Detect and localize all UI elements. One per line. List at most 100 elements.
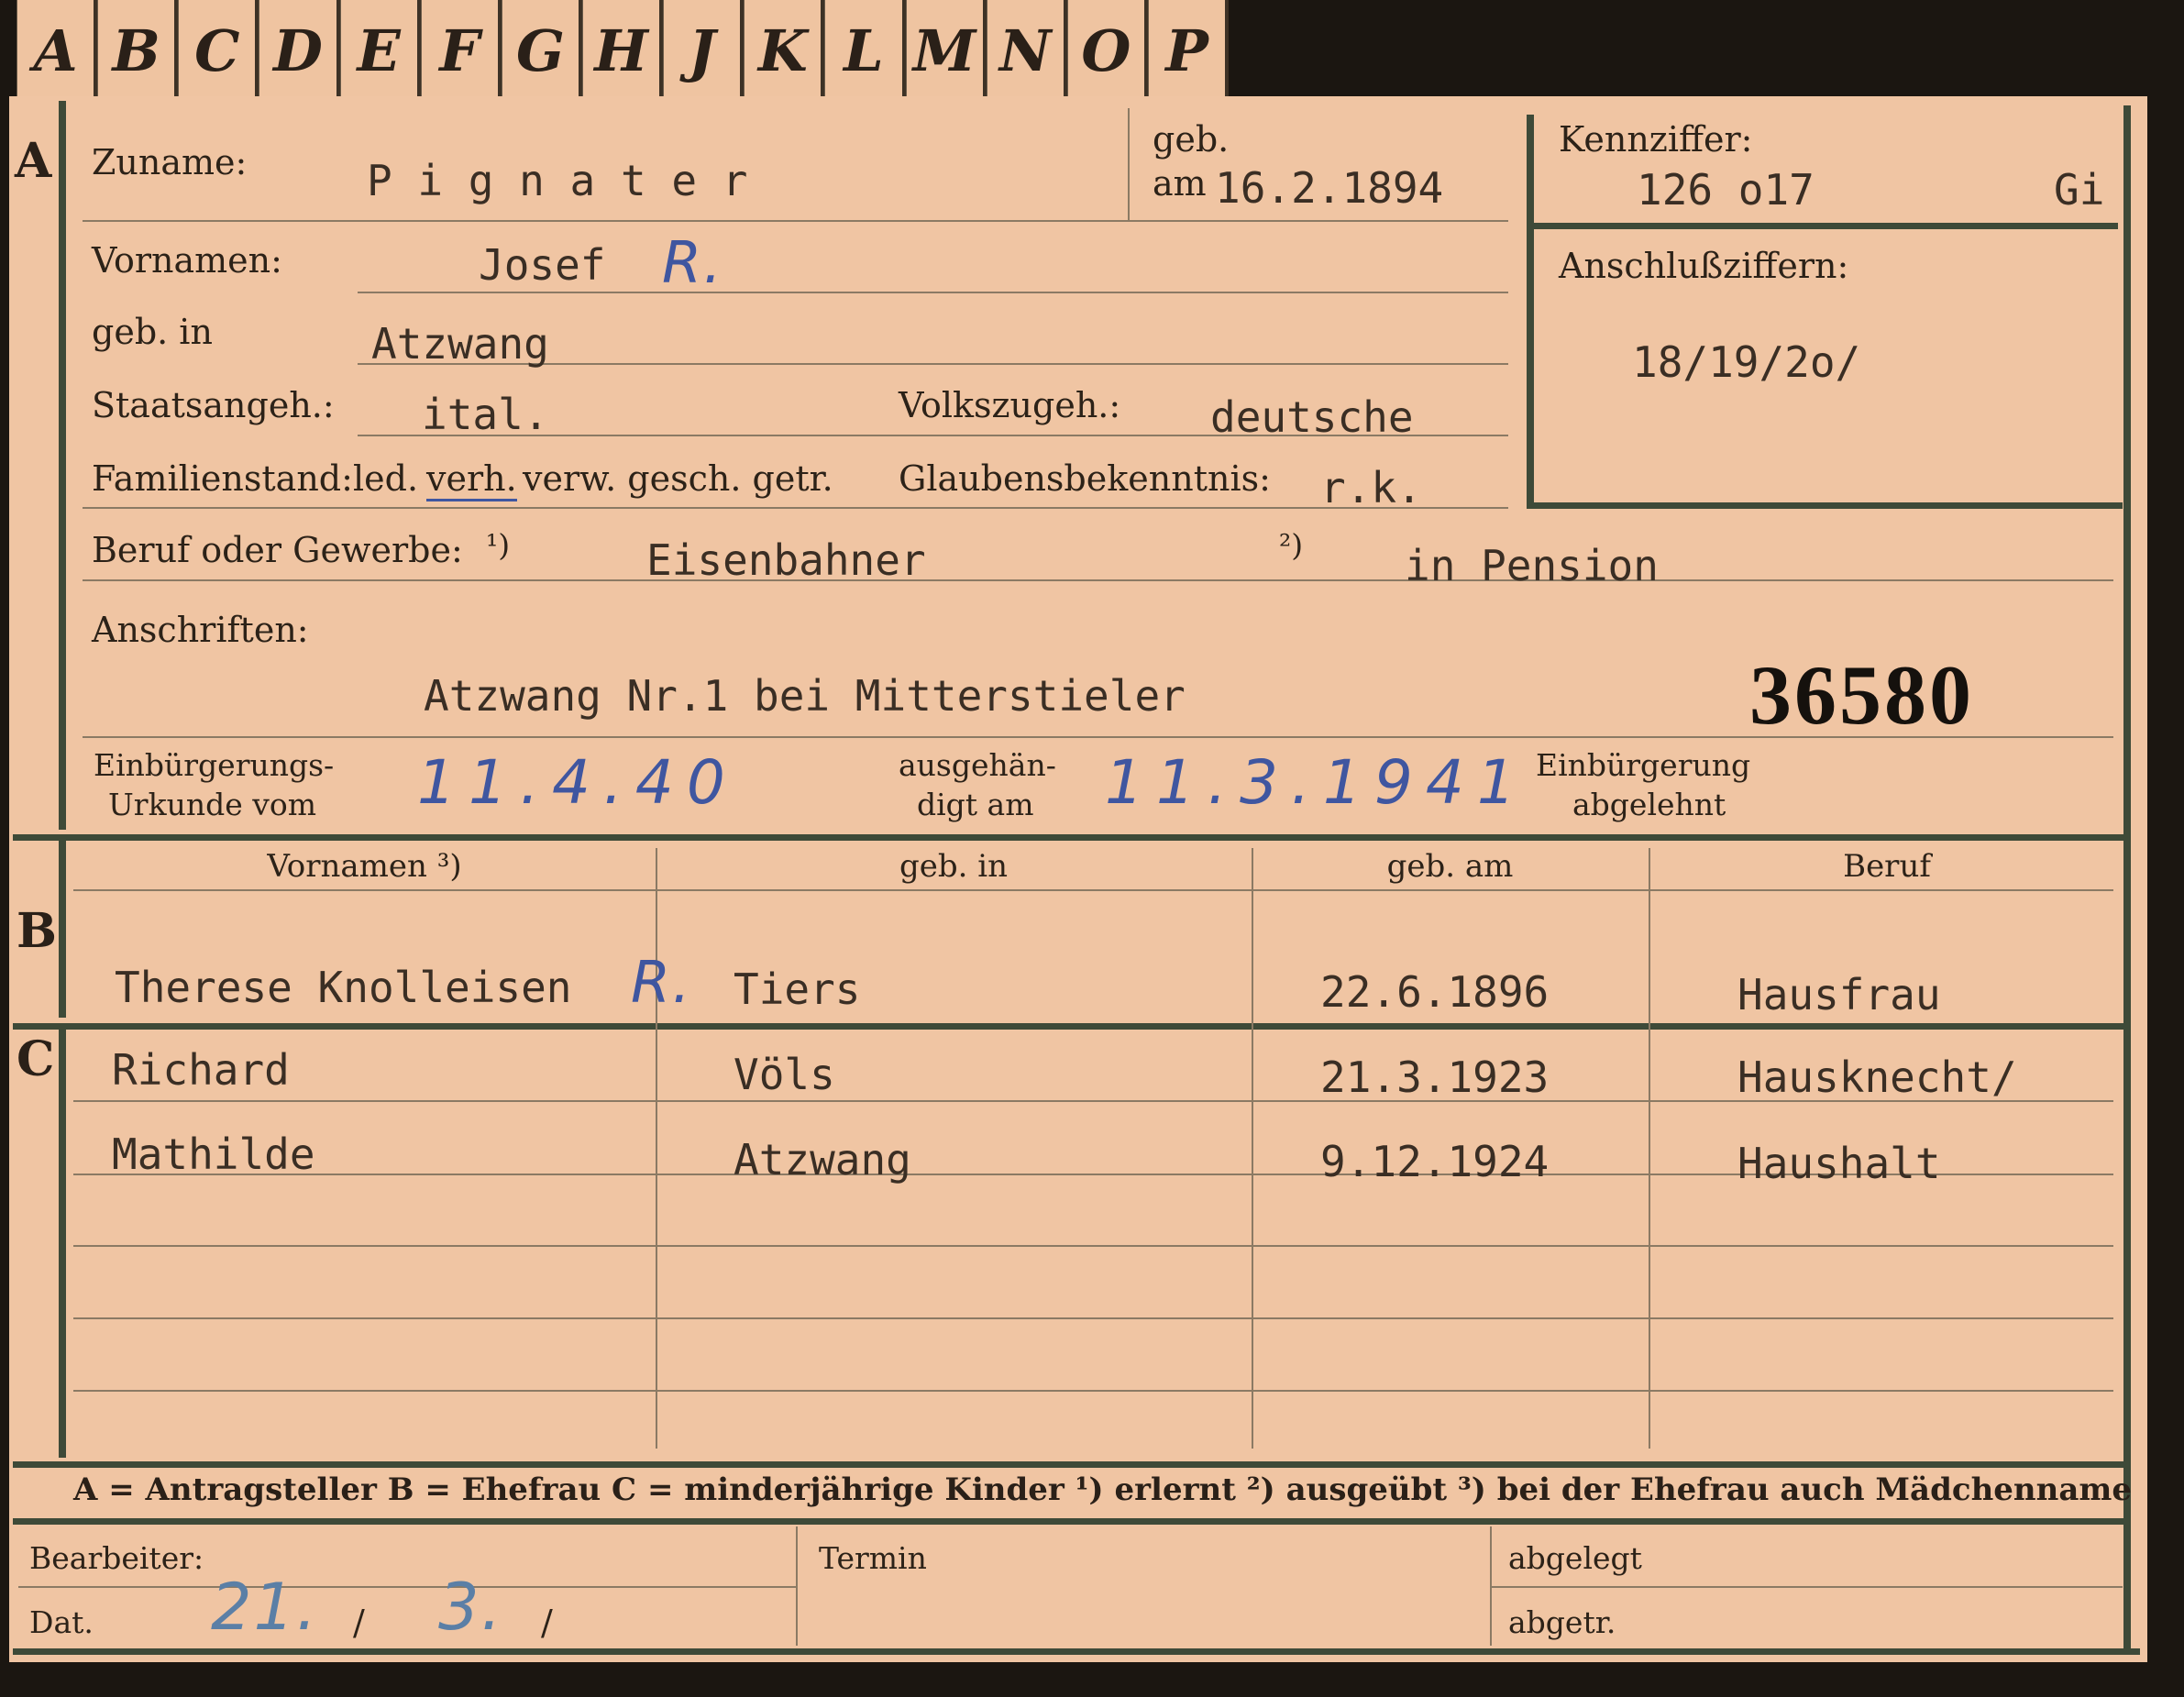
- spouse-geb-in: Tiers: [734, 964, 861, 1014]
- tab-l: L: [824, 0, 906, 99]
- label-beruf: Beruf oder Gewerbe:: [92, 530, 463, 570]
- frame-bottom: [13, 1648, 2140, 1655]
- label-einbuergerung-1: Einbürgerungs-: [94, 747, 335, 783]
- child-beruf: Hausknecht/: [1737, 1052, 2017, 1102]
- footnote-2: ²): [1279, 527, 1304, 563]
- value-beruf-erlernt: Eisenbahner: [646, 535, 926, 585]
- kennziffer-box-left: [1527, 115, 1534, 509]
- label-familienstand: Familienstand:: [92, 458, 353, 499]
- spouse-geb-am: 22.6.1896: [1320, 967, 1550, 1017]
- spouse-mark: R.: [631, 949, 692, 1016]
- divider-b-c: [13, 1023, 2131, 1030]
- tab-a: A: [17, 0, 98, 99]
- child-geb-am: 21.3.1923: [1320, 1052, 1550, 1102]
- child-geb-am: 9.12.1924: [1320, 1137, 1550, 1186]
- label-abgelegt: abgelegt: [1508, 1540, 1642, 1576]
- label-ausgehaendigt-1: ausgehän-: [899, 747, 1056, 783]
- footnote-1: ¹): [486, 527, 511, 563]
- value-geb-am: 16.2.1894: [1215, 163, 1444, 213]
- col-header-geb-in: geb. in: [899, 848, 1009, 885]
- table-header-rule: [73, 889, 2113, 891]
- kennziffer-box-mid: [1527, 223, 2118, 229]
- table-col-divider-2: [1252, 848, 1253, 1449]
- label-geb-in: geb. in: [92, 312, 213, 352]
- frame-left-b: [59, 839, 66, 1018]
- tab-d: D: [259, 0, 340, 99]
- col-header-geb-am: geb. am: [1386, 848, 1514, 885]
- divider-legend-bottom: [13, 1518, 2131, 1525]
- tab-o: O: [1066, 0, 1148, 99]
- legend: A = Antragsteller B = Ehefrau C = minder…: [73, 1471, 2132, 1508]
- value-ausgehaendigt-am: 11.3.1941: [1105, 747, 1528, 818]
- label-anschlussziffern: Anschlußziffern:: [1559, 246, 1849, 286]
- value-volkszugeh: deutsche: [1210, 392, 1414, 442]
- label-geb: geb.: [1153, 119, 1230, 160]
- child-vornamen: Richard: [112, 1045, 290, 1095]
- child-geb-in: Völs: [734, 1050, 835, 1099]
- child-rule-3: [73, 1245, 2113, 1247]
- value-kennziffer: 126 o17: [1637, 165, 1814, 215]
- label-vornamen: Vornamen:: [92, 240, 282, 281]
- rule-beruf: [83, 579, 2113, 581]
- divider-a-b: [13, 834, 2131, 841]
- value-geb-in: Atzwang: [371, 319, 549, 369]
- rule-familienstand: [83, 507, 1508, 509]
- tab-n: N: [986, 0, 1067, 99]
- label-abgelehnt-1: Einbürgerung: [1536, 747, 1751, 783]
- familienstand-rest: verw. gesch. getr.: [523, 458, 833, 499]
- alphabet-tabs: A B C D E F G H J K L M N O P: [17, 0, 1230, 99]
- date-slash-1: /: [353, 1603, 365, 1643]
- divider-legend-top: [13, 1461, 2131, 1468]
- section-letter-a: A: [15, 133, 52, 189]
- tab-j: J: [663, 0, 745, 99]
- value-zuname: P i g n a t e r: [367, 156, 748, 205]
- label-bearbeiter: Bearbeiter:: [29, 1540, 204, 1576]
- value-kennziffer-suffix: Gi: [2054, 165, 2105, 215]
- spouse-beruf: Hausfrau: [1737, 970, 1941, 1019]
- section-letter-b: B: [17, 903, 57, 959]
- tab-g: G: [501, 0, 582, 99]
- tab-p: P: [1147, 0, 1230, 99]
- label-glaubensbekenntnis: Glaubensbekenntnis:: [899, 458, 1271, 499]
- frame-left-c: [59, 1027, 66, 1458]
- table-col-divider-3: [1649, 848, 1650, 1449]
- child-geb-in: Atzwang: [734, 1135, 911, 1185]
- familienstand-led: led.: [353, 458, 419, 499]
- footer-rule-right: [1490, 1586, 2123, 1588]
- label-termin: Termin: [819, 1540, 927, 1576]
- label-dat: Dat.: [29, 1604, 94, 1640]
- value-glaubensbekenntnis: r.k.: [1320, 463, 1422, 512]
- rule-zuname: [83, 220, 1508, 222]
- value-bearbeiter-month: 3.: [438, 1570, 503, 1645]
- section-letter-c: C: [17, 1031, 55, 1087]
- date-slash-2: /: [541, 1603, 553, 1643]
- label-zuname: Zuname:: [92, 142, 248, 182]
- familienstand-verh: verh.: [426, 458, 517, 501]
- tab-h: H: [581, 0, 664, 99]
- frame-left-a: [59, 101, 66, 830]
- child-rule-4: [73, 1317, 2113, 1319]
- footer-divider-1: [796, 1526, 798, 1646]
- value-anschlussziffern: 18/19/2o/: [1632, 337, 1861, 387]
- label-kennziffer: Kennziffer:: [1559, 119, 1753, 160]
- tab-f: F: [420, 0, 502, 99]
- value-vornamen-mark: R.: [662, 229, 723, 296]
- label-staatsangeh: Staatsangeh.:: [92, 385, 335, 425]
- tab-c: C: [178, 0, 259, 99]
- label-volkszugeh: Volkszugeh.:: [899, 385, 1121, 425]
- value-vornamen: Josef: [479, 240, 606, 290]
- child-beruf: Haushalt: [1737, 1139, 1941, 1188]
- registration-number: 36580: [1749, 648, 1974, 742]
- rule-geb-divider: [1128, 108, 1130, 220]
- spouse-vornamen: Therese Knolleisen: [115, 963, 572, 1012]
- label-abgetr: abgetr.: [1508, 1604, 1616, 1640]
- tab-e: E: [339, 0, 421, 99]
- value-anschrift: Atzwang Nr.1 bei Mitterstieler: [424, 671, 1186, 721]
- col-header-vornamen: Vornamen ³): [267, 848, 462, 885]
- value-staatsangeh: ital.: [422, 390, 549, 439]
- label-einbuergerung-2: Urkunde vom: [108, 787, 317, 822]
- label-am: am: [1153, 163, 1207, 204]
- footer-rule-left: [18, 1586, 796, 1588]
- tab-k: K: [744, 0, 825, 99]
- label-ausgehaendigt-2: digt am: [917, 787, 1034, 822]
